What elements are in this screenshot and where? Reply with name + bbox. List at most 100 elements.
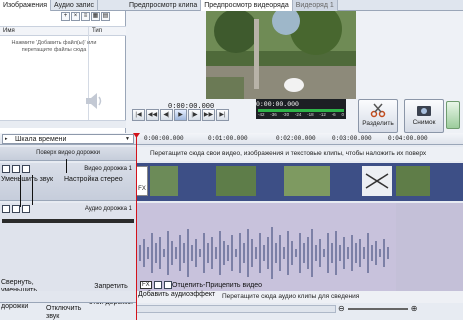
view-details-icon[interactable]: ▤ (101, 12, 110, 21)
annotation-line (32, 175, 33, 205)
collections-tabs: Изображения Аудио запис (0, 0, 126, 11)
stereo-settings-annotation: Настройка стерео (64, 176, 123, 183)
zoom-controls: ⊖ ⊕ (338, 304, 417, 313)
mute-icon[interactable] (12, 205, 20, 213)
scissors-icon (370, 103, 386, 118)
clip-fx-box[interactable]: FX (136, 166, 148, 196)
audio-track-lane[interactable]: FX Отцепить-Прицепить видео (136, 203, 463, 303)
annotation-line (66, 159, 67, 173)
go-start-button[interactable]: |◀ (132, 109, 145, 121)
camera-icon (417, 106, 431, 116)
ruler-label: 0:02:00.000 (276, 135, 316, 142)
playhead[interactable] (136, 133, 137, 320)
lock-icon[interactable] (22, 205, 30, 213)
zoom-slider[interactable] (347, 307, 408, 310)
ruler-label: 0:03:00.000 (332, 135, 372, 142)
split-label: Разделить (362, 120, 394, 127)
collapse-track-icon[interactable] (2, 205, 10, 213)
overlay-drop-hint: Перетащите сюда свои видео, изображения … (150, 150, 427, 157)
zoom-in-icon[interactable]: ⊕ (411, 304, 418, 313)
ruler-label: 0:00:00.000 (144, 135, 184, 142)
video-track-lane[interactable]: FX (136, 163, 463, 201)
step-back-button[interactable]: ◀| (160, 109, 173, 121)
audio-track-label: Аудио дорожка 1 (84, 206, 132, 212)
zoom-out-icon[interactable]: ⊖ (338, 304, 345, 313)
overlay-drop-zone[interactable]: Перетащите сюда свои видео, изображения … (136, 147, 463, 161)
tab-images[interactable]: Изображения (0, 0, 51, 11)
meter-tick: -42 (258, 112, 265, 117)
annotation-line (20, 175, 21, 207)
audio-track-controls (2, 205, 32, 213)
view-list-icon[interactable]: ≡ (81, 12, 90, 21)
next-frame-button[interactable]: ▶▶ (202, 109, 215, 121)
video-frame-image (206, 11, 356, 99)
meter-tick: -24 (294, 112, 302, 117)
timeline-selector[interactable]: ▸ Шкала времени ▼ (2, 134, 134, 144)
meter-tick: -6 (331, 112, 336, 117)
play-button[interactable]: ▶ (174, 109, 187, 121)
collections-toolbar: + × ≡ ▦ ▤ (60, 12, 110, 21)
add-file-button[interactable]: + (61, 12, 70, 21)
meter-scale: -42 -36 -30 -24 -18 -12 -6 0 (258, 112, 344, 117)
video-track-controls (2, 165, 32, 173)
total-timecode: 0:00:00.000 (256, 101, 299, 108)
audio-track-header: Аудио дорожка 1 Свернуть, уменьшить шири… (0, 203, 139, 320)
collapse-track-icon[interactable] (2, 165, 10, 173)
timeline-title: Шкала времени (15, 135, 67, 143)
go-end-button[interactable]: ▶| (216, 109, 229, 121)
preview-area: 0:00:00.000 |◀ ◀◀ ◀| ▶ |▶ ▶▶ ▶| 0:00:00.… (126, 11, 463, 133)
video-track-label: Видео дорожка 1 (84, 166, 132, 172)
tab-sequence-preview[interactable]: Предпросмотр видеоряда (201, 0, 293, 11)
eye-icon[interactable] (12, 165, 20, 173)
collections-panel: Изображения Аудио запис + × ≡ ▦ ▤ Имя Ти… (0, 0, 126, 133)
audio-mix-header (0, 291, 136, 303)
audio-mix-hint: Перетащите сюда аудио клипы для сведения (222, 293, 360, 300)
tab-sequence-1[interactable]: Видеоряд 1 (292, 0, 338, 11)
chevron-down-icon: ▼ (125, 136, 130, 142)
snapshot-button[interactable]: Снимок (404, 99, 444, 133)
timeline-panel: ▸ Шкала времени ▼ 0:00:00.000 0:01:00.00… (0, 133, 463, 320)
tab-clip-preview[interactable]: Предпросмотр клипа (126, 0, 202, 11)
column-name[interactable]: Имя (3, 28, 15, 34)
time-ruler[interactable]: 0:00:00.000 0:01:00.000 0:02:00.000 0:03… (136, 133, 463, 145)
meter-tick: -36 (270, 112, 277, 117)
tab-audio[interactable]: Аудио запис (51, 0, 98, 11)
remove-file-button[interactable]: × (71, 12, 80, 21)
audio-fx-button[interactable]: FX (140, 281, 152, 289)
horizontal-scrollbar[interactable] (0, 120, 126, 128)
meter-tick: -12 (319, 112, 326, 117)
transport-controls: |◀ ◀◀ ◀| ▶ |▶ ▶▶ ▶| (132, 109, 230, 121)
view-grid-icon[interactable]: ▦ (91, 12, 100, 21)
preview-tabs: Предпросмотр клипа Предпросмотр видеоряд… (126, 0, 463, 11)
file-list-header: Имя Тип (0, 26, 126, 36)
ruler-label: 0:04:00.000 (388, 135, 428, 142)
meter-tick: -30 (282, 112, 290, 117)
ruler-label: 0:01:00.000 (208, 135, 248, 142)
video-preview (206, 11, 356, 99)
expand-icon: ▸ (5, 136, 8, 142)
video-thumbnail (216, 166, 256, 196)
split-button[interactable]: Разделить (358, 99, 398, 133)
lock-icon[interactable] (22, 165, 30, 173)
step-forward-button[interactable]: |▶ (188, 109, 201, 121)
export-button[interactable] (446, 101, 460, 129)
timeline-header: ▸ Шкала времени ▼ 0:00:00.000 0:01:00.00… (0, 133, 463, 145)
transition-icon[interactable] (362, 166, 392, 196)
video-thumbnail (284, 166, 330, 196)
audio-clip-controls: FX (140, 281, 174, 289)
link-icon[interactable] (163, 281, 172, 289)
meter-tick: 0 (341, 112, 344, 117)
speaker-icon (86, 93, 102, 109)
video-thumbnail (150, 166, 178, 196)
mute-annotation: Отключить звук (46, 305, 82, 320)
speaker-small-icon[interactable] (153, 281, 162, 289)
reduce-sound-annotation: Уменьшить звук (1, 176, 54, 183)
volume-slider[interactable] (2, 219, 134, 223)
unlink-annotation: Отцепить-Прицепить видео (172, 282, 263, 289)
prev-frame-button[interactable]: ◀◀ (146, 109, 159, 121)
meter-tick: -18 (307, 112, 314, 117)
empty-list-hint: Нажмите 'Добавить файл(ы)' или перетащит… (11, 40, 97, 53)
column-type[interactable]: Тип (92, 28, 102, 34)
timeline-scrollbar[interactable] (136, 305, 336, 313)
add-audio-fx-annotation: Добавить аудиоэффект (138, 291, 216, 298)
